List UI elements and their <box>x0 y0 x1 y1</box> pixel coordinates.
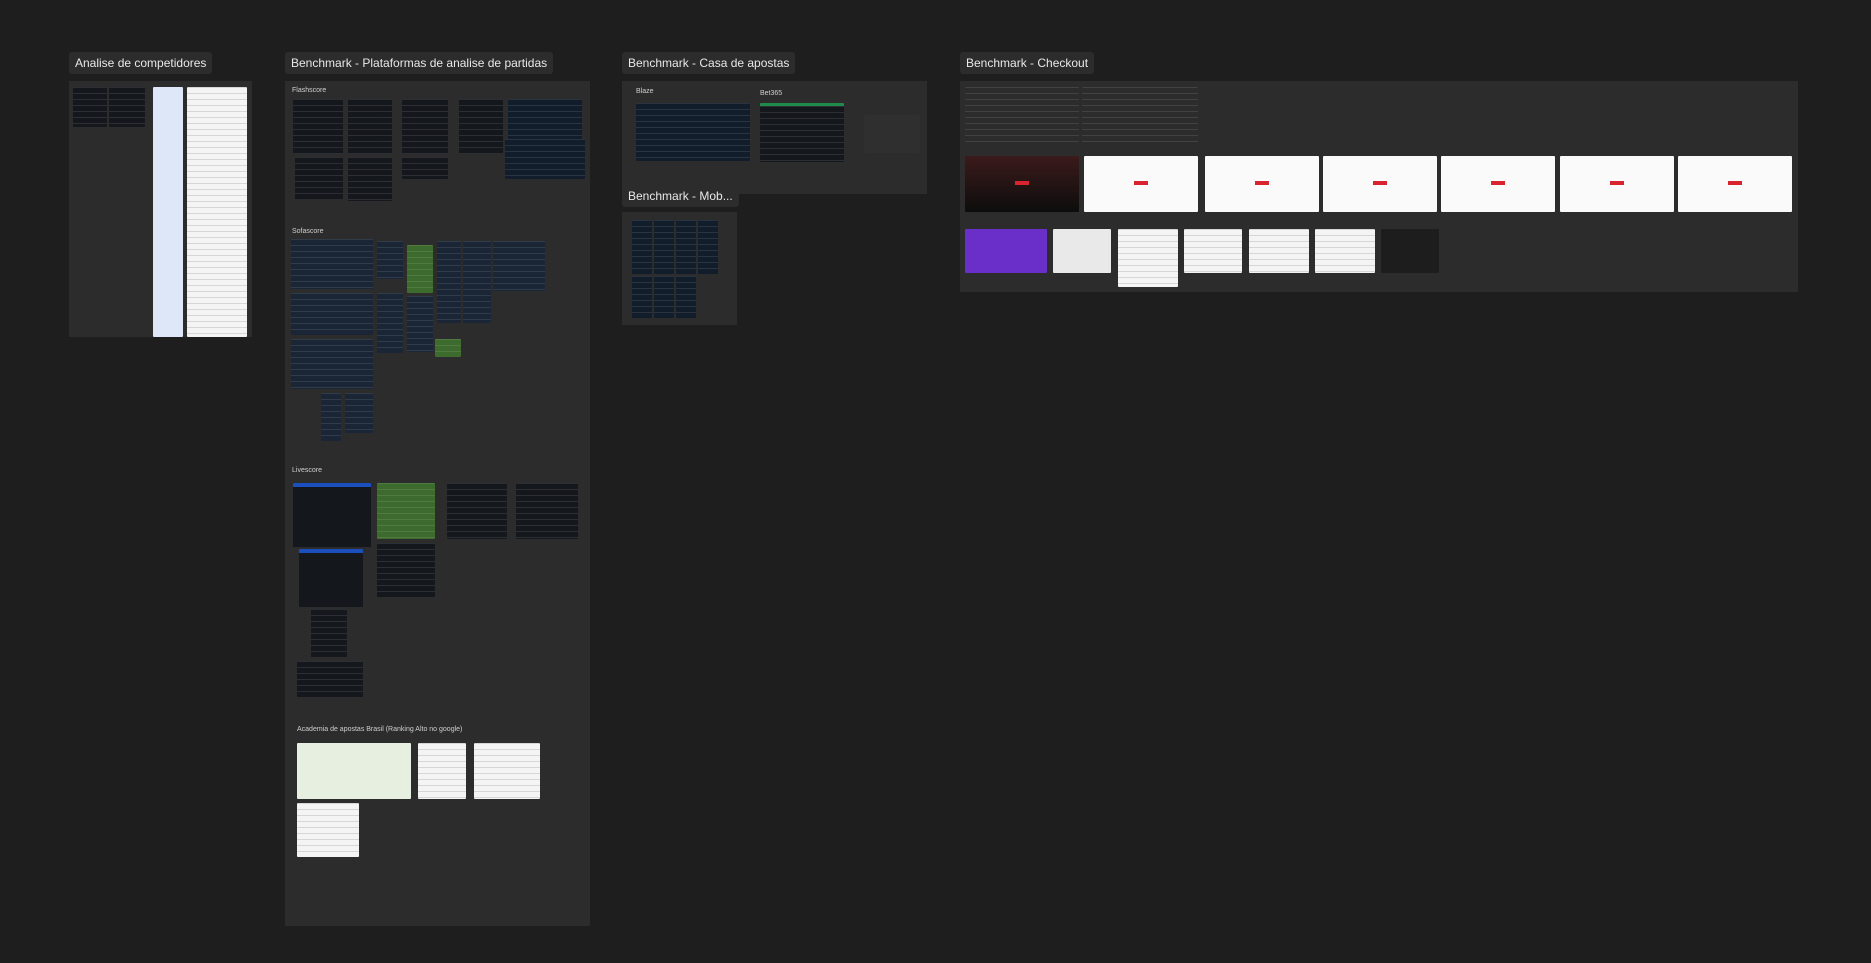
screenshot-thumbnail[interactable] <box>377 543 435 597</box>
screenshot-thumbnail[interactable] <box>632 276 652 318</box>
screenshot-thumbnail[interactable] <box>1082 87 1198 145</box>
screenshot-thumbnail[interactable] <box>698 220 718 274</box>
screenshot-thumbnail[interactable] <box>291 339 373 389</box>
section-label-academia: Academia de apostas Brasil (Ranking Alto… <box>297 726 463 733</box>
frame-label-analise[interactable]: Analise de competidores <box>69 52 213 74</box>
screenshot-thumbnail[interactable] <box>1205 156 1319 212</box>
screenshot-thumbnail[interactable] <box>73 87 107 127</box>
frame-analise-competidores[interactable] <box>69 81 252 337</box>
screenshot-thumbnail[interactable] <box>293 99 343 154</box>
section-label-flashscore: Flashscore <box>292 87 327 94</box>
screenshot-thumbnail[interactable] <box>153 87 183 337</box>
screenshot-thumbnail[interactable] <box>459 99 503 154</box>
frame-checkout[interactable] <box>960 81 1798 292</box>
frame-label-plataformas[interactable]: Benchmark - Plataformas de analise de pa… <box>285 52 554 74</box>
screenshot-thumbnail[interactable] <box>377 241 403 279</box>
screenshot-thumbnail[interactable] <box>965 229 1047 273</box>
screenshot-thumbnail[interactable] <box>516 483 578 539</box>
section-label-livescore: Livescore <box>292 467 322 474</box>
screenshot-thumbnail[interactable] <box>654 220 674 274</box>
frame-label-checkout[interactable]: Benchmark - Checkout <box>960 52 1095 74</box>
screenshot-thumbnail[interactable] <box>291 239 373 289</box>
screenshot-thumbnail[interactable] <box>377 293 403 353</box>
section-label-bet365: Bet365 <box>760 90 783 97</box>
screenshot-thumbnail[interactable] <box>402 157 448 179</box>
screenshot-thumbnail[interactable] <box>1560 156 1674 212</box>
screenshot-thumbnail[interactable] <box>435 339 461 357</box>
screenshot-thumbnail[interactable] <box>297 743 411 799</box>
screenshot-thumbnail[interactable] <box>1678 156 1792 212</box>
frame-label-mobile[interactable]: Benchmark - Mob... <box>622 185 739 207</box>
screenshot-thumbnail[interactable] <box>676 220 696 274</box>
frame-mobile[interactable] <box>622 212 737 325</box>
screenshot-thumbnail[interactable] <box>760 103 844 162</box>
screenshot-thumbnail[interactable] <box>508 99 582 139</box>
frame-plataformas-analise[interactable]: Flashscore Sofascore Livescore Academia … <box>285 81 590 926</box>
screenshot-thumbnail[interactable] <box>1249 229 1309 273</box>
screenshot-thumbnail[interactable] <box>295 157 343 199</box>
screenshot-thumbnail[interactable] <box>493 241 545 291</box>
screenshot-thumbnail[interactable] <box>418 743 466 799</box>
screenshot-thumbnail[interactable] <box>965 156 1079 212</box>
screenshot-thumbnail[interactable] <box>474 743 540 799</box>
section-label-blaze: Blaze <box>636 88 654 95</box>
screenshot-thumbnail[interactable] <box>1118 229 1178 287</box>
screenshot-thumbnail[interactable] <box>1315 229 1375 273</box>
screenshot-thumbnail[interactable] <box>291 293 373 335</box>
screenshot-thumbnail[interactable] <box>109 87 145 127</box>
screenshot-thumbnail[interactable] <box>1184 229 1242 273</box>
screenshot-thumbnail[interactable] <box>1084 156 1198 212</box>
screenshot-thumbnail[interactable] <box>1323 156 1437 212</box>
frame-casa-apostas[interactable]: Blaze Bet365 <box>622 81 927 194</box>
screenshot-thumbnail[interactable] <box>321 393 341 441</box>
screenshot-thumbnail[interactable] <box>505 139 585 179</box>
screenshot-thumbnail[interactable] <box>299 549 363 607</box>
screenshot-thumbnail[interactable] <box>297 661 363 697</box>
screenshot-thumbnail[interactable] <box>864 115 920 153</box>
screenshot-thumbnail[interactable] <box>654 276 674 318</box>
screenshot-thumbnail[interactable] <box>293 483 371 547</box>
screenshot-thumbnail[interactable] <box>1053 229 1111 273</box>
screenshot-thumbnail[interactable] <box>348 157 392 201</box>
screenshot-thumbnail[interactable] <box>402 99 448 154</box>
screenshot-thumbnail[interactable] <box>348 99 392 154</box>
screenshot-thumbnail[interactable] <box>1381 229 1439 273</box>
screenshot-thumbnail[interactable] <box>447 483 507 539</box>
screenshot-thumbnail[interactable] <box>407 245 433 293</box>
screenshot-thumbnail[interactable] <box>463 241 491 323</box>
screenshot-thumbnail[interactable] <box>636 103 750 161</box>
screenshot-thumbnail[interactable] <box>965 87 1079 145</box>
screenshot-thumbnail[interactable] <box>311 609 347 657</box>
screenshot-thumbnail[interactable] <box>377 483 435 539</box>
screenshot-thumbnail[interactable] <box>676 276 696 318</box>
screenshot-thumbnail[interactable] <box>187 87 247 337</box>
screenshot-thumbnail[interactable] <box>407 296 433 352</box>
screenshot-thumbnail[interactable] <box>297 803 359 857</box>
screenshot-thumbnail[interactable] <box>632 220 652 274</box>
section-label-sofascore: Sofascore <box>292 228 324 235</box>
frame-label-casa[interactable]: Benchmark - Casa de apostas <box>622 52 796 74</box>
screenshot-thumbnail[interactable] <box>1441 156 1555 212</box>
screenshot-thumbnail[interactable] <box>437 241 461 323</box>
screenshot-thumbnail[interactable] <box>345 393 373 433</box>
